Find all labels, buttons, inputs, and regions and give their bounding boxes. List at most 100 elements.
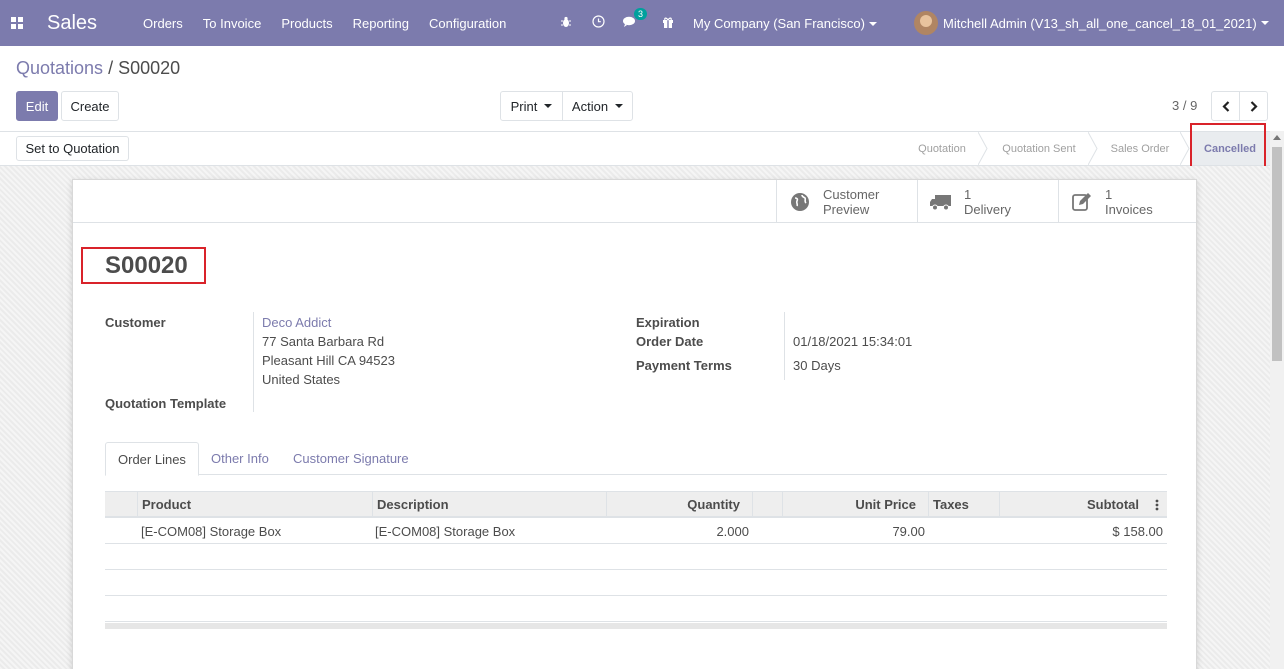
breadcrumb: Quotations / S00020 (16, 58, 180, 79)
delivery-button[interactable]: 1 Delivery (917, 180, 1058, 223)
order-date-label: Order Date (636, 334, 704, 349)
optional-columns-icon[interactable] (1155, 499, 1159, 511)
truck-icon (918, 193, 964, 211)
invoices-button[interactable]: 1 Invoices (1058, 180, 1199, 223)
caret-down-icon (868, 22, 877, 27)
field-divider (784, 312, 785, 380)
customer-preview-button[interactable]: Customer Preview (776, 180, 917, 223)
invoices-label: Invoices (1105, 201, 1153, 217)
globe-icon (777, 192, 823, 212)
column-taxes[interactable]: Taxes (928, 492, 1000, 517)
edit-button[interactable]: Edit (16, 91, 58, 121)
row-quantity: 2.000 (716, 523, 749, 539)
smart-button-box: Customer Preview 1 Delivery 1 Invoices (73, 180, 1196, 223)
top-navbar: Sales Orders To Invoice Products Reporti… (0, 0, 1284, 46)
column-quantity[interactable]: Quantity (606, 492, 752, 517)
caret-down-icon (544, 104, 553, 108)
chevron-left-icon (1221, 100, 1229, 112)
stage-separator (1088, 132, 1098, 165)
menu-reporting[interactable]: Reporting (353, 16, 409, 31)
stage-separator (1180, 132, 1190, 165)
gift-icon[interactable] (657, 16, 679, 31)
messages-icon[interactable]: 3 (619, 7, 647, 31)
handle-column-header (105, 492, 137, 517)
breadcrumb-separator: / (103, 58, 119, 78)
payment-terms-value: 30 Days (793, 358, 841, 373)
messages-badge: 3 (633, 7, 647, 20)
column-description[interactable]: Description (372, 492, 607, 517)
expiration-label: Expiration (636, 315, 700, 330)
stage-quotation-sent: Quotation Sent (1002, 142, 1076, 155)
form-sheet: Customer Preview 1 Delivery 1 Invoices S000… (72, 179, 1197, 669)
customer-label: Customer (105, 315, 166, 330)
scroll-up-icon[interactable] (1273, 135, 1281, 140)
user-menu[interactable]: Mitchell Admin (V13_sh_all_one_cancel_18… (914, 0, 1269, 46)
clock-icon[interactable] (587, 15, 609, 31)
edit-document-icon (1059, 192, 1105, 212)
quotation-template-label: Quotation Template (105, 396, 227, 411)
notebook-tabs: Order Lines Other Info Customer Signatur… (105, 442, 1167, 476)
address-line-2: Pleasant Hill CA 94523 (262, 353, 395, 368)
action-label: Action (571, 98, 609, 114)
preview-line2: Preview (823, 201, 870, 217)
pager-next-button[interactable] (1239, 91, 1268, 121)
tab-customer-signature[interactable]: Customer Signature (281, 442, 421, 475)
user-name: Mitchell Admin (V13_sh_all_one_cancel_18… (943, 15, 1257, 31)
address-line-3: United States (262, 372, 341, 387)
stage-quotation: Quotation (918, 142, 966, 155)
row-taxes (932, 518, 1000, 544)
avatar (914, 11, 938, 35)
company-switcher[interactable]: My Company (San Francisco) (693, 16, 877, 31)
column-subtotal[interactable]: Subtotal (999, 492, 1167, 517)
systray: 3 My Company (San Francisco) (555, 0, 877, 46)
row-unit-price: 79.00 (892, 523, 925, 539)
row-product: [E-COM08] Storage Box (141, 523, 282, 539)
customer-link[interactable]: Deco Addict (262, 315, 331, 330)
bug-icon[interactable] (555, 16, 577, 31)
app-brand[interactable]: Sales (47, 12, 97, 35)
breadcrumb-quotations[interactable]: Quotations (16, 58, 103, 78)
menu-orders[interactable]: Orders (143, 16, 183, 31)
vertical-scrollbar[interactable] (1270, 131, 1284, 669)
action-dropdown[interactable]: Action (562, 91, 633, 121)
pager-previous-button[interactable] (1211, 91, 1240, 121)
stage-sales-order: Sales Order (1110, 142, 1170, 155)
chevron-right-icon (1250, 100, 1258, 112)
company-name: My Company (San Francisco) (693, 15, 865, 31)
invoices-count: 1 (1105, 186, 1113, 202)
caret-down-icon (1260, 21, 1269, 25)
apps-menu-icon[interactable] (0, 0, 34, 46)
print-label: Print (510, 98, 538, 114)
row-description: [E-COM08] Storage Box (375, 523, 516, 539)
create-button[interactable]: Create (61, 91, 119, 121)
pager-value[interactable]: 3 / 9 (1172, 98, 1197, 113)
breadcrumb-current: S00020 (118, 58, 181, 78)
tab-other-info[interactable]: Other Info (199, 442, 281, 475)
menu-to-invoice[interactable]: To Invoice (203, 16, 262, 31)
menu-configuration[interactable]: Configuration (429, 16, 506, 31)
payment-terms-label: Payment Terms (636, 358, 732, 373)
set-to-quotation-button[interactable]: Set to Quotation (16, 136, 129, 161)
field-divider (253, 312, 254, 412)
order-reference-highlight-box (81, 247, 206, 284)
empty-table-row (105, 544, 1167, 570)
table-row[interactable]: [E-COM08] Storage Box [E-COM08] Storage … (105, 518, 1167, 544)
table-footer (105, 623, 1167, 629)
menu-products[interactable]: Products (281, 16, 332, 31)
table-header: Product Description Quantity Unit Price … (105, 491, 1167, 518)
scrollbar-thumb[interactable] (1272, 147, 1282, 361)
print-dropdown[interactable]: Print (500, 91, 563, 121)
empty-table-row (105, 596, 1167, 622)
order-date-value: 01/18/2021 15:34:01 (793, 334, 913, 349)
preview-line1: Customer (823, 186, 880, 202)
delivery-count: 1 (964, 186, 972, 202)
stage-separator (978, 132, 988, 165)
column-spacer (752, 492, 782, 517)
column-unit-price[interactable]: Unit Price (782, 492, 928, 517)
tab-order-lines[interactable]: Order Lines (105, 442, 199, 476)
row-subtotal: $ 158.00 (1112, 523, 1163, 539)
caret-down-icon (615, 104, 624, 108)
status-bar: Set to Quotation Quotation Quotation Sen… (0, 131, 1284, 166)
column-product[interactable]: Product (137, 492, 372, 517)
delivery-label: Delivery (964, 201, 1011, 217)
